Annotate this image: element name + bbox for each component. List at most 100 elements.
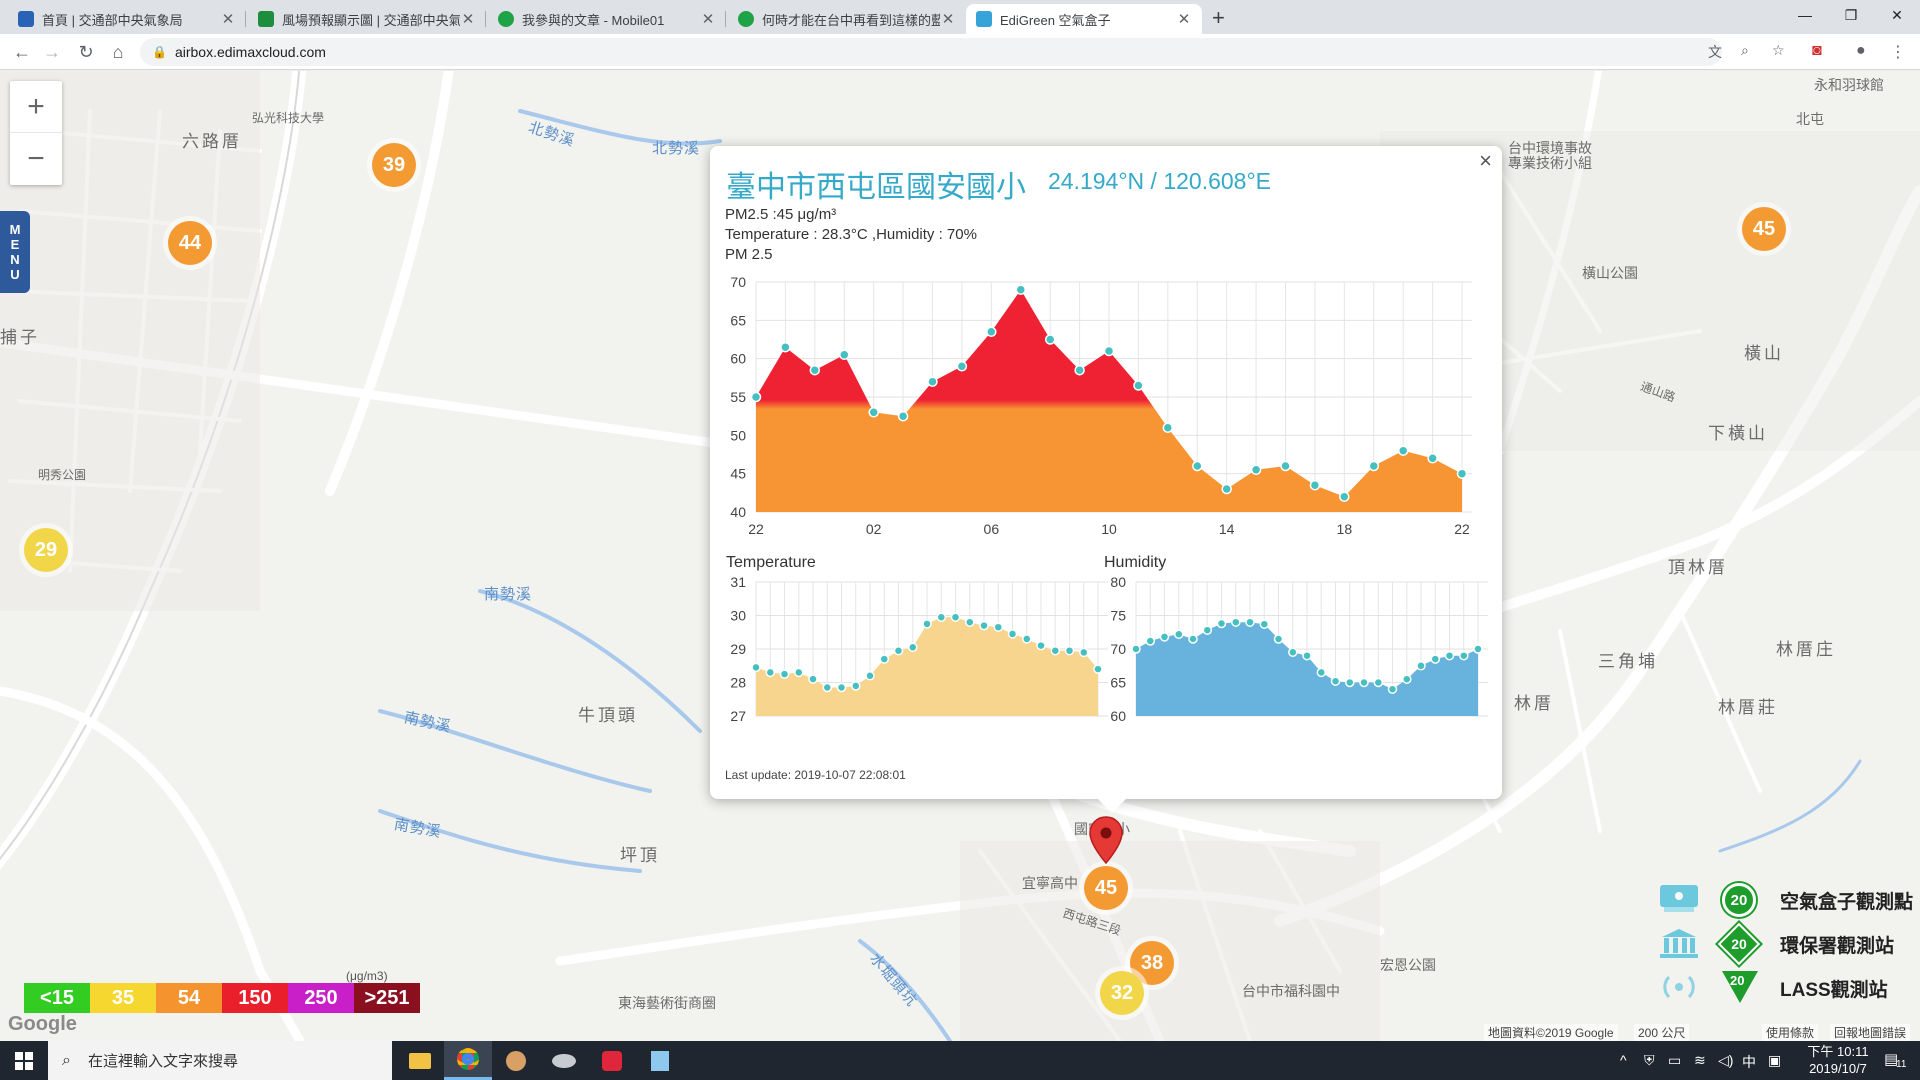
aq-legend-item: 54 — [156, 983, 222, 1013]
data-point — [1188, 634, 1198, 644]
tab-2[interactable]: 我參與的文章 - Mobile01 ✕ — [488, 4, 726, 34]
data-point — [950, 612, 961, 622]
back-arrow-icon[interactable]: ← — [8, 38, 36, 66]
sensor-cluster[interactable]: 45 — [1742, 207, 1786, 251]
data-point — [1288, 647, 1298, 658]
zoom-in-button[interactable]: + — [10, 81, 62, 133]
sensor-cluster[interactable]: 45 — [1084, 866, 1128, 910]
pm25-chart-caption: PM 2.5 — [725, 246, 773, 263]
data-point — [1133, 380, 1144, 391]
epa-building-icon — [1660, 929, 1698, 958]
terms-link[interactable]: 使用條款 — [1762, 1024, 1819, 1041]
aq-legend-item: 35 — [90, 983, 156, 1013]
reload-icon[interactable]: ↻ — [72, 38, 100, 66]
map-label: 六路厝 — [182, 132, 242, 151]
data-point — [1273, 634, 1284, 644]
close-icon[interactable]: ✕ — [940, 10, 956, 28]
map-label: 林厝莊 — [1718, 698, 1778, 717]
zoom-icon[interactable]: ⌕ — [1741, 42, 1749, 59]
tab-4-active[interactable]: EdiGreen 空氣盒子 ✕ — [966, 4, 1202, 34]
station-name: 臺中市西屯區國安國小 — [726, 171, 1026, 204]
app-icon[interactable] — [540, 1041, 588, 1080]
window-close-button[interactable]: ✕ — [1874, 0, 1920, 30]
tab-title: 何時才能在台中再看到這樣的藍天 — [762, 12, 940, 28]
ime-mode-icon[interactable]: ▣ — [1768, 1052, 1781, 1069]
tab-title: 首頁 | 交通部中央氣象局 — [42, 12, 183, 28]
mobile01-icon — [498, 11, 514, 27]
close-icon[interactable]: ✕ — [460, 10, 476, 28]
legend-badge: 20 — [1722, 971, 1758, 1003]
sensor-cluster[interactable]: 32 — [1100, 971, 1144, 1015]
data-point — [979, 620, 989, 631]
tab-title: 風場預報顯示圖 | 交通部中央氣象局 — [282, 12, 460, 28]
profile-icon[interactable]: ● — [1856, 42, 1866, 60]
tray-chevron-icon[interactable]: ^ — [1620, 1052, 1627, 1068]
data-point — [1216, 618, 1227, 629]
extension-icon[interactable]: ◙ — [1812, 42, 1822, 60]
y-tick-label: 29 — [730, 641, 746, 657]
close-icon[interactable]: ✕ — [1176, 10, 1192, 28]
file-explorer-icon[interactable] — [396, 1041, 444, 1080]
taskbar-clock[interactable]: 下午 10:11 2019/10/7 — [1800, 1043, 1876, 1077]
app-icon[interactable] — [492, 1041, 540, 1080]
address-bar[interactable]: 🔒 airbox.edimaxcloud.com — [140, 38, 1722, 66]
windows-taskbar: ⌕ 在這裡輸入文字來搜尋 ^ ⛨ ▭ ≋ ◁) 中 ▣ 下午 10:11 201… — [0, 1041, 1920, 1080]
popup-close-button[interactable]: × — [1479, 148, 1492, 174]
menu-button[interactable]: M E N U — [0, 211, 30, 293]
map-label: 橫山公園 — [1582, 265, 1638, 281]
tab-title: 我參與的文章 - Mobile01 — [522, 12, 665, 28]
restore-button[interactable]: ❐ — [1828, 0, 1874, 30]
new-tab-button[interactable]: + — [1212, 5, 1225, 31]
translate-icon[interactable]: 文 — [1708, 42, 1722, 62]
map-label: 台中環境事故專業技術小組 — [1508, 140, 1592, 171]
report-error-link[interactable]: 回報地圖錯誤 — [1830, 1024, 1911, 1041]
scale-bar: 200 公尺 — [1634, 1024, 1690, 1041]
x-tick-label: 06 — [984, 521, 1000, 537]
sensor-cluster[interactable]: 29 — [24, 528, 68, 572]
ime-indicator[interactable]: 中 — [1742, 1052, 1756, 1072]
zoom-out-button[interactable]: − — [10, 133, 62, 185]
lass-antenna-icon — [1663, 975, 1695, 999]
x-tick-label: 18 — [1337, 521, 1353, 537]
data-point — [1280, 460, 1291, 472]
map-label: 永和羽球館 — [1814, 77, 1884, 93]
close-icon[interactable]: ✕ — [220, 10, 236, 28]
data-point — [839, 349, 850, 361]
minimize-button[interactable]: — — [1782, 0, 1828, 30]
wifi-icon[interactable]: ≋ — [1694, 1052, 1706, 1069]
menu-letter: E — [10, 237, 20, 252]
battery-icon[interactable]: ▭ — [1668, 1052, 1681, 1069]
home-icon[interactable]: ⌂ — [104, 38, 132, 66]
tab-1[interactable]: 風場預報顯示圖 | 交通部中央氣象局 ✕ — [248, 4, 486, 34]
app-icon[interactable] — [588, 1041, 636, 1080]
forward-arrow-icon[interactable]: → — [38, 38, 66, 66]
data-point — [1245, 617, 1255, 627]
data-point — [1174, 629, 1184, 640]
close-icon[interactable]: ✕ — [700, 10, 716, 28]
legend-badge: 20 — [1722, 883, 1756, 917]
tab-3[interactable]: 何時才能在台中再看到這樣的藍天 ✕ — [728, 4, 966, 34]
app-icon[interactable] — [636, 1041, 684, 1080]
chrome-icon[interactable] — [444, 1041, 492, 1080]
bookmark-star-icon[interactable]: ☆ — [1772, 42, 1785, 59]
data-point — [822, 682, 833, 693]
url-text: airbox.edimaxcloud.com — [174, 44, 326, 60]
volume-icon[interactable]: ◁) — [1718, 1052, 1733, 1069]
taskbar-search-box[interactable]: ⌕ 在這裡輸入文字來搜尋 — [48, 1041, 392, 1080]
tray-app-icon[interactable]: ⛨ — [1644, 1052, 1655, 1069]
map-label: 宏恩公園 — [1380, 957, 1436, 973]
more-menu-icon[interactable]: ⋮ — [1890, 42, 1906, 62]
windows-start-button[interactable] — [0, 1041, 48, 1080]
notification-count: 11 — [1896, 1059, 1907, 1070]
search-placeholder: 在這裡輸入文字來搜尋 — [88, 1053, 239, 1070]
location-pin-icon[interactable] — [1088, 815, 1124, 865]
data-point — [1345, 677, 1355, 688]
sensor-cluster[interactable]: 44 — [168, 221, 212, 265]
sheet-icon — [258, 11, 274, 27]
sensor-cluster[interactable]: 39 — [372, 143, 416, 187]
legend-label: 環保署觀測站 — [1780, 936, 1895, 957]
data-point — [1387, 684, 1398, 694]
tab-0[interactable]: 首頁 | 交通部中央氣象局 ✕ — [8, 4, 246, 34]
data-point — [1159, 632, 1170, 642]
data-point — [908, 642, 918, 653]
